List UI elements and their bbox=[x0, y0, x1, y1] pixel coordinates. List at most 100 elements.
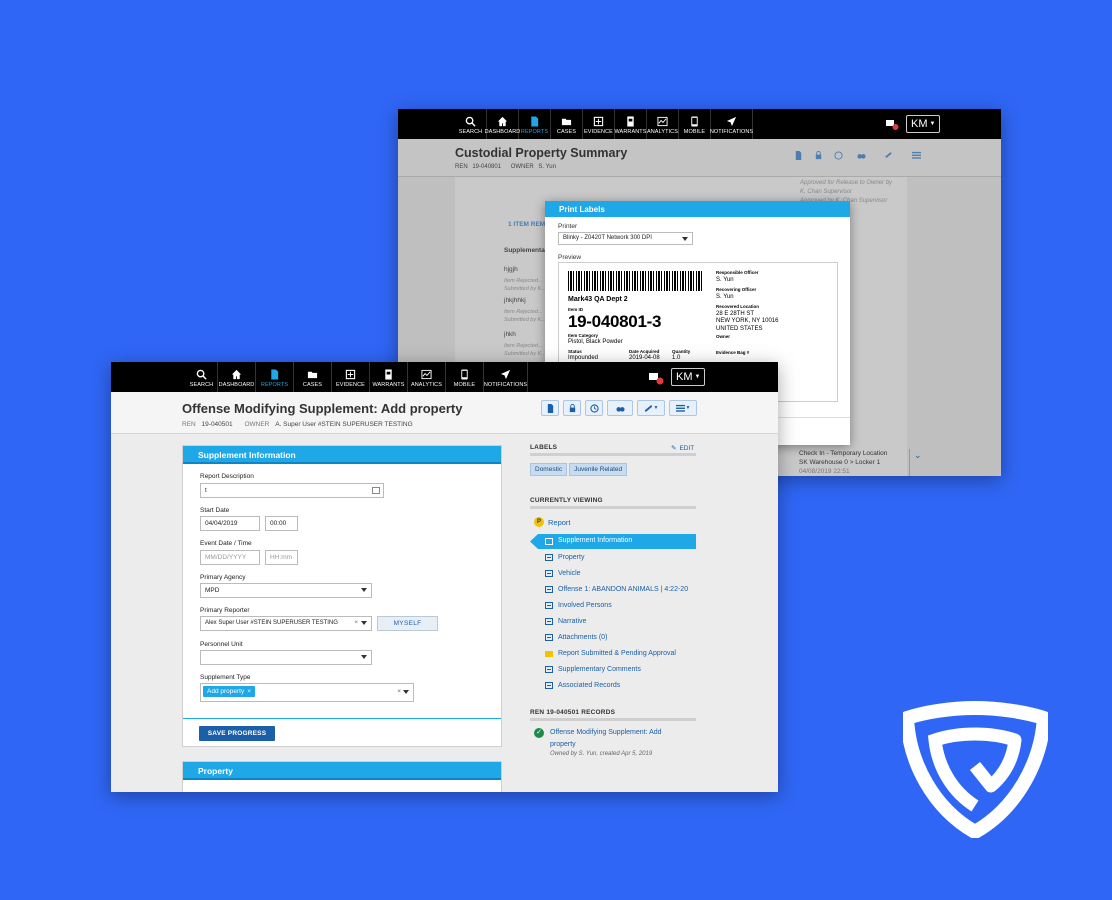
nav-notifications[interactable]: NOTIFICATIONS bbox=[484, 362, 528, 392]
nav-label: SEARCH bbox=[458, 129, 483, 135]
binoculars-button[interactable] bbox=[607, 400, 633, 416]
notification-button[interactable] bbox=[648, 370, 664, 386]
supp-type-tag[interactable]: Add property × bbox=[203, 686, 256, 697]
back-menu-button[interactable] bbox=[904, 147, 928, 163]
sidebar-item-label: Attachments (0) bbox=[558, 634, 608, 641]
start-time-input[interactable]: 00:00 bbox=[265, 516, 298, 531]
close-icon[interactable]: × bbox=[247, 688, 251, 695]
lock-icon bbox=[815, 150, 821, 159]
sidebar-item-label: Report Submitted & Pending Approval bbox=[558, 650, 676, 657]
nav-label: WARRANTS bbox=[614, 129, 647, 135]
back-binoculars-button[interactable] bbox=[850, 147, 872, 163]
sidebar-item-involved-persons[interactable]: Involved Persons bbox=[545, 602, 612, 609]
nav-dashboard[interactable]: DASHBOARD bbox=[218, 362, 256, 392]
sidebar-item-attachments[interactable]: Attachments (0) bbox=[545, 634, 607, 641]
offense-supplement-window: SEARCH DASHBOARD REPORTS CASES EVIDENCE … bbox=[111, 362, 778, 792]
back-page-title: Custodial Property Summary bbox=[455, 146, 628, 160]
back-user-menu[interactable]: KM ▼ bbox=[906, 115, 941, 133]
chevron-down-icon[interactable]: ⌄ bbox=[914, 450, 922, 461]
back-entry: jhkjhhkj Item Rejected... Submitted by K… bbox=[504, 297, 546, 324]
loc-line: UNITED STATES bbox=[716, 325, 763, 332]
start-date-input[interactable]: 04/04/2019 bbox=[200, 516, 260, 531]
event-time-input[interactable]: HH:mm bbox=[265, 550, 298, 565]
nav-mobile[interactable]: MOBILE bbox=[446, 362, 484, 392]
start-date-label: Start Date bbox=[200, 507, 230, 514]
owner-value: A. Super User #STEIN SUPERUSER TESTING bbox=[275, 421, 413, 428]
back-nav-analytics[interactable]: ANALYTICS bbox=[647, 109, 679, 139]
save-progress-button[interactable]: SAVE PROGRESS bbox=[199, 726, 275, 741]
owner-label: OWNER bbox=[510, 164, 534, 170]
back-checkin-info: Check In - Temporary Location SK Warehou… bbox=[799, 449, 887, 476]
reporter-select[interactable]: Alex Super User #STEIN SUPERUSER TESTING… bbox=[200, 616, 372, 631]
lock-button[interactable] bbox=[563, 400, 581, 416]
history-button[interactable] bbox=[585, 400, 603, 416]
back-nav-cases[interactable]: CASES bbox=[551, 109, 583, 139]
nav-analytics[interactable]: ANALYTICS bbox=[408, 362, 446, 392]
printer-select[interactable]: Blinky - Z0420T Network 300 DPI bbox=[558, 232, 693, 245]
document-icon bbox=[545, 666, 553, 673]
clear-icon[interactable]: × bbox=[397, 688, 401, 695]
start-date-value: 04/04/2019 bbox=[205, 520, 238, 527]
sidebar-item-submitted[interactable]: Report Submitted & Pending Approval bbox=[545, 650, 676, 657]
report-link[interactable]: P Report bbox=[534, 517, 571, 527]
back-nav-notifications[interactable]: NOTIFICATIONS bbox=[710, 109, 753, 139]
sidebar-item-supp-comments[interactable]: Supplementary Comments bbox=[545, 666, 641, 673]
edit-labels-link[interactable]: ✎ EDIT bbox=[671, 444, 694, 453]
clock-icon bbox=[589, 403, 599, 413]
event-date-input[interactable]: MM/DD/YYYY bbox=[200, 550, 260, 565]
menu-button[interactable]: ▼ bbox=[669, 400, 697, 416]
truck-icon bbox=[649, 373, 664, 385]
back-notification-bell[interactable] bbox=[885, 117, 899, 131]
sidebar-item-supplement-info[interactable]: Supplement Information bbox=[530, 534, 696, 549]
export-button[interactable] bbox=[541, 400, 559, 416]
sidebar-item-property[interactable]: Property bbox=[545, 554, 584, 561]
sidebar-item-label: Associated Records bbox=[558, 682, 621, 689]
nav-search[interactable]: SEARCH bbox=[186, 362, 218, 392]
link-button[interactable]: ▼ bbox=[637, 400, 665, 416]
folder-icon bbox=[307, 371, 318, 379]
back-history-button[interactable] bbox=[830, 147, 846, 163]
nav-label: DASHBOARD bbox=[484, 129, 521, 135]
page-header: Offense Modifying Supplement: Add proper… bbox=[111, 392, 778, 434]
back-export-button[interactable] bbox=[790, 147, 806, 163]
resp-label: Responsible Officer bbox=[716, 270, 759, 275]
nav-cases[interactable]: CASES bbox=[294, 362, 332, 392]
back-nav-mobile[interactable]: MOBILE bbox=[679, 109, 711, 139]
document-icon bbox=[545, 618, 553, 625]
sidebar-item-associated-records[interactable]: Associated Records bbox=[545, 682, 620, 689]
back-nav-reports[interactable]: REPORTS bbox=[519, 109, 551, 139]
back-nav-warrants[interactable]: WARRANTS bbox=[614, 109, 647, 139]
clear-icon[interactable]: × bbox=[354, 620, 358, 626]
expand-icon[interactable] bbox=[372, 487, 380, 494]
preview-label: Preview bbox=[558, 254, 582, 261]
supp-type-select[interactable]: Add property × × bbox=[200, 683, 414, 702]
chevron-down-icon bbox=[403, 690, 409, 694]
agency-select[interactable]: MPD bbox=[200, 583, 372, 598]
sidebar-item-vehicle[interactable]: Vehicle bbox=[545, 570, 581, 577]
nav-label: ANALYTICS bbox=[646, 129, 679, 135]
back-nav-evidence[interactable]: EVIDENCE bbox=[583, 109, 615, 139]
report-desc-input[interactable]: t bbox=[200, 483, 384, 498]
back-lock-button[interactable] bbox=[810, 147, 826, 163]
nav-reports[interactable]: REPORTS bbox=[256, 362, 294, 392]
nav-evidence[interactable]: EVIDENCE bbox=[332, 362, 370, 392]
sidebar-item-narrative[interactable]: Narrative bbox=[545, 618, 586, 625]
sidebar-item-label: Supplement Information bbox=[558, 537, 633, 544]
back-items-tab[interactable]: 1 ITEM REM bbox=[508, 221, 545, 228]
back-nav-search[interactable]: SEARCH bbox=[455, 109, 487, 139]
document-icon bbox=[545, 586, 553, 593]
send-icon bbox=[500, 369, 511, 380]
myself-button[interactable]: MYSELF bbox=[377, 616, 438, 631]
record-link[interactable]: Offense Modifying Supplement: Add proper… bbox=[550, 727, 662, 751]
personnel-unit-select[interactable] bbox=[200, 650, 372, 665]
nav-warrants[interactable]: WARRANTS bbox=[370, 362, 408, 392]
qty-label: Quantity bbox=[672, 349, 691, 354]
sidebar-item-offense[interactable]: Offense 1: ABANDON ANIMALS | 4:22-20 bbox=[545, 586, 688, 593]
back-link-button[interactable] bbox=[876, 147, 900, 163]
record-meta: Owned by S. Yun, created Apr 5, 2019 bbox=[550, 751, 653, 757]
divider bbox=[909, 449, 910, 476]
section-line bbox=[530, 506, 696, 509]
back-nav-dashboard[interactable]: DASHBOARD bbox=[484, 109, 521, 139]
user-menu[interactable]: KM ▼ bbox=[671, 368, 706, 386]
record-link-line: Offense Modifying Supplement: Add bbox=[550, 729, 662, 736]
